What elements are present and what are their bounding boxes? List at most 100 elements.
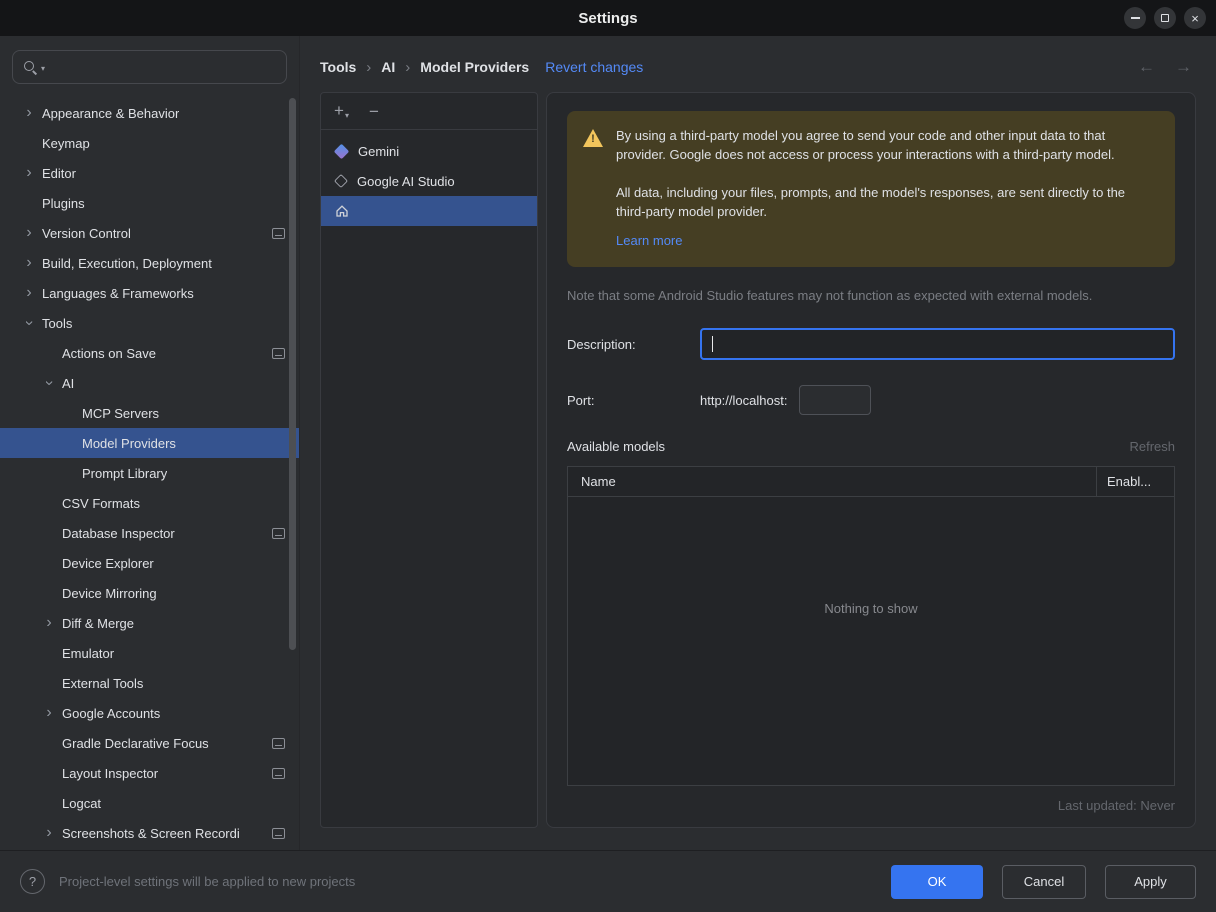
chevron-icon[interactable]: › (16, 220, 42, 246)
ok-button[interactable]: OK (891, 864, 983, 899)
sidebar-item[interactable]: › AI (0, 368, 299, 398)
help-icon: ? (28, 874, 37, 889)
sidebar-item[interactable]: › Diff & Merge (0, 608, 299, 638)
warning-paragraph-2: All data, including your files, prompts,… (616, 184, 1126, 219)
warning-paragraph-1: By using a third-party model you agree t… (616, 128, 1115, 162)
sidebar-item-label: Screenshots & Screen Recordi (62, 825, 240, 841)
sidebar-item[interactable]: Keymap (0, 128, 299, 158)
screen-setting-icon (272, 737, 285, 749)
sidebar-item[interactable]: › Languages & Frameworks (0, 278, 299, 308)
sidebar-item[interactable]: › Appearance & Behavior (0, 98, 299, 128)
chevron-icon[interactable]: › (36, 700, 62, 726)
sidebar-item[interactable]: › Build, Execution, Deployment (0, 248, 299, 278)
sidebar-item-label: Tools (42, 315, 73, 331)
chevron-icon[interactable]: › (16, 280, 42, 306)
sidebar-item[interactable]: External Tools (0, 668, 299, 698)
sidebar-item[interactable]: Logcat (0, 788, 299, 818)
sidebar-item[interactable]: MCP Servers (0, 398, 299, 428)
sidebar-item[interactable]: Gradle Declarative Focus (0, 728, 299, 758)
sidebar-item[interactable]: Layout Inspector (0, 758, 299, 788)
chevron-icon[interactable]: › (16, 250, 42, 276)
search-dropdown-icon[interactable]: ▾ (41, 64, 45, 73)
sidebar-scrollbar[interactable] (289, 98, 296, 650)
back-icon[interactable]: ← (1138, 57, 1155, 77)
chevron-icon (36, 760, 62, 786)
sidebar-item-label: Appearance & Behavior (42, 105, 180, 121)
warning-text: By using a third-party model you agree t… (616, 127, 1157, 251)
port-input[interactable] (799, 385, 872, 416)
column-header-enabled[interactable]: Enabl... (1096, 467, 1174, 497)
provider-toolbar: + ▾ − (321, 93, 537, 130)
sidebar-item[interactable]: › Google Accounts (0, 698, 299, 728)
sidebar-item[interactable]: Database Inspector (0, 518, 299, 548)
google-ai-studio-icon (333, 173, 349, 189)
minimize-button[interactable] (1124, 7, 1146, 29)
chevron-icon[interactable]: › (16, 160, 42, 186)
text-cursor (712, 336, 713, 353)
revert-changes-link[interactable]: Revert changes (545, 59, 643, 75)
chevron-icon[interactable]: › (36, 610, 62, 636)
column-header-name[interactable]: Name (568, 467, 1096, 496)
chevron-icon (16, 190, 42, 216)
chevron-icon (36, 640, 62, 666)
chevron-icon[interactable]: › (36, 370, 62, 396)
sidebar-item[interactable]: › Version Control (0, 218, 299, 248)
provider-item[interactable]: Google AI Studio (321, 166, 537, 196)
sidebar-item-label: Gradle Declarative Focus (62, 735, 209, 751)
provider-item[interactable] (321, 196, 537, 226)
provider-item-label: Gemini (358, 143, 400, 159)
breadcrumb-model-providers[interactable]: Model Providers (420, 59, 529, 75)
sidebar-item-label: Layout Inspector (62, 765, 159, 781)
sidebar-item-label: Database Inspector (62, 525, 175, 541)
help-button[interactable]: ? (20, 869, 45, 894)
sidebar-item[interactable]: › Tools (0, 308, 299, 338)
forward-icon[interactable]: → (1175, 57, 1192, 77)
screen-setting-icon (272, 527, 285, 539)
add-provider-button[interactable]: + ▾ (334, 102, 349, 120)
description-input[interactable] (702, 336, 1173, 352)
titlebar: Settings × (0, 0, 1216, 36)
chevron-icon (36, 730, 62, 756)
apply-button[interactable]: Apply (1105, 864, 1196, 899)
learn-more-link[interactable]: Learn more (616, 232, 682, 251)
chevron-icon[interactable]: › (16, 310, 42, 336)
sidebar-item[interactable]: › Editor (0, 158, 299, 188)
chevron-icon (56, 400, 82, 426)
sidebar-item-label: Google Accounts (62, 705, 161, 721)
refresh-button[interactable]: Refresh (1129, 439, 1175, 454)
sidebar-item[interactable]: Prompt Library (0, 458, 299, 488)
maximize-icon (1161, 14, 1169, 22)
sidebar-item[interactable]: › Screenshots & Screen Recordi (0, 818, 299, 848)
chevron-icon (36, 790, 62, 816)
warning-icon: ! (583, 129, 603, 147)
description-input-wrap (700, 328, 1175, 361)
chevron-icon[interactable]: › (16, 100, 42, 126)
chevron-icon[interactable]: › (36, 820, 62, 846)
breadcrumb-separator-icon: › (366, 58, 372, 76)
screen-setting-icon (272, 347, 285, 359)
empty-table-message: Nothing to show (824, 600, 918, 616)
search-input[interactable] (52, 59, 276, 75)
description-label: Description: (567, 336, 636, 352)
sidebar-item[interactable]: Model Providers (0, 428, 299, 458)
chevron-icon (36, 670, 62, 696)
sidebar-item[interactable]: Device Mirroring (0, 578, 299, 608)
localhost-prefix: http://localhost: (700, 392, 788, 408)
provider-item[interactable]: Gemini (321, 136, 537, 166)
sidebar-item[interactable]: Actions on Save (0, 338, 299, 368)
sidebar-item[interactable]: Plugins (0, 188, 299, 218)
breadcrumb-tools[interactable]: Tools (320, 59, 356, 75)
settings-search-box[interactable]: ▾ (12, 50, 287, 84)
sidebar-item[interactable]: Emulator (0, 638, 299, 668)
maximize-button[interactable] (1154, 7, 1176, 29)
sidebar-item-label: MCP Servers (82, 405, 160, 421)
sidebar-item[interactable]: Device Explorer (0, 548, 299, 578)
remove-provider-button[interactable]: − (369, 103, 379, 120)
breadcrumb-ai[interactable]: AI (381, 59, 395, 75)
available-models-label: Available models (567, 439, 666, 455)
cancel-button[interactable]: Cancel (1002, 864, 1086, 899)
close-button[interactable]: × (1184, 7, 1206, 29)
sidebar-item[interactable]: CSV Formats (0, 488, 299, 518)
description-row: Description: (567, 328, 1175, 361)
sidebar-item-label: Editor (42, 165, 76, 181)
